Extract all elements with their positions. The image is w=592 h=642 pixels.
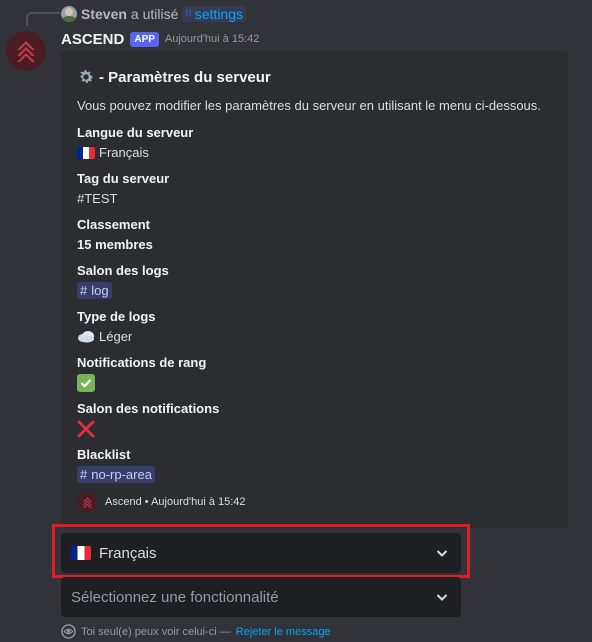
- field-value: # no-rp-area: [77, 466, 155, 483]
- field-name: Notifications de rang: [77, 355, 207, 370]
- ephemeral-notice: Toi seul(e) peux voir celui-ci — Rejeter…: [61, 624, 331, 639]
- field-log-type: Type de logs Léger: [77, 308, 156, 345]
- footer-separator: •: [144, 496, 149, 508]
- user-avatar[interactable]: [61, 6, 77, 22]
- log-type-value: Léger: [99, 329, 133, 344]
- reply-username[interactable]: Steven: [81, 6, 127, 22]
- settings-embed: - Paramètres du serveur Vous pouvez modi…: [61, 51, 568, 528]
- feature-select-placeholder: Sélectionnez une fonctionnalité: [71, 588, 279, 606]
- embed-title-text: - Paramètres du serveur: [99, 68, 271, 86]
- footer-timestamp: Aujourd'hui à 15:42: [151, 496, 246, 508]
- field-value: [77, 420, 219, 438]
- hash-icon: #: [80, 283, 88, 298]
- channel-mention-log[interactable]: # log: [77, 282, 112, 299]
- channel-name: no-rp-area: [91, 467, 152, 482]
- chevron-down-icon: [436, 550, 448, 557]
- check-mark-icon: [77, 374, 95, 392]
- app-badge: APP: [130, 31, 159, 47]
- field-server-tag: Tag du serveur #TEST: [77, 170, 169, 207]
- field-value: Léger: [77, 328, 156, 345]
- reply-action: a utilisé: [130, 6, 179, 22]
- embed-footer: Ascend • Aujourd'hui à 15:42: [77, 492, 246, 512]
- ephemeral-text: Toi seul(e) peux voir celui-ci —: [81, 625, 231, 638]
- cross-mark-icon: [77, 420, 95, 438]
- channel-name: log: [91, 283, 109, 298]
- bot-avatar[interactable]: [6, 31, 46, 71]
- slash-command-icon: ⁝⁝: [185, 8, 192, 19]
- field-log-channel: Salon des logs # log: [77, 262, 169, 299]
- field-server-language: Langue du serveur Français: [77, 124, 193, 161]
- field-ranking: Classement 15 membres: [77, 216, 153, 253]
- bot-name[interactable]: ASCEND: [61, 31, 124, 48]
- field-name: Type de logs: [77, 309, 156, 324]
- field-rank-notifications: Notifications de rang: [77, 354, 206, 392]
- footer-name: Ascend: [105, 496, 142, 508]
- gear-icon: [80, 70, 94, 83]
- language-select[interactable]: Français: [61, 533, 461, 573]
- field-value: # log: [77, 282, 169, 299]
- language-select-value: Français: [99, 544, 157, 562]
- channel-mention-blacklist[interactable]: # no-rp-area: [77, 466, 155, 483]
- field-value: Français: [77, 144, 193, 161]
- cloud-icon: [78, 331, 94, 343]
- hash-icon: #: [80, 467, 88, 482]
- field-name: Salon des logs: [77, 263, 169, 278]
- language-value: Français: [99, 145, 149, 160]
- eye-icon: [61, 624, 76, 639]
- field-name: Salon des notifications: [77, 401, 220, 416]
- field-blacklist: Blacklist # no-rp-area: [77, 446, 155, 483]
- reply-spine: [26, 12, 60, 26]
- footer-logo-icon: [77, 492, 97, 512]
- flag-fr-icon: [71, 546, 91, 560]
- command-mention[interactable]: ⁝⁝ settings: [182, 6, 246, 22]
- field-value: [77, 374, 206, 392]
- ascend-logo-icon: [17, 41, 35, 62]
- footer-text: Ascend • Aujourd'hui à 15:42: [105, 496, 246, 508]
- dismiss-message-link[interactable]: Rejeter le message: [236, 626, 331, 638]
- flag-fr-icon: [77, 146, 95, 159]
- message-timestamp: Aujourd'hui à 15:42: [164, 33, 260, 45]
- embed-title: - Paramètres du serveur: [77, 68, 271, 86]
- field-name: Classement: [77, 217, 150, 232]
- message-header: ASCEND APP Aujourd'hui à 15:42: [61, 30, 259, 48]
- command-reply[interactable]: Steven a utilisé ⁝⁝ settings: [61, 5, 246, 23]
- chevron-down-icon: [436, 594, 448, 601]
- field-name: Langue du serveur: [77, 125, 194, 140]
- command-name: settings: [194, 6, 243, 22]
- ranking-value: 15 membres: [77, 237, 153, 252]
- embed-description: Vous pouvez modifier les paramètres du s…: [77, 98, 541, 113]
- feature-select[interactable]: Sélectionnez une fonctionnalité: [61, 577, 461, 617]
- field-name: Blacklist: [77, 447, 131, 462]
- field-notification-channel: Salon des notifications: [77, 400, 219, 438]
- tag-value: #TEST: [77, 191, 118, 206]
- field-name: Tag du serveur: [77, 171, 170, 186]
